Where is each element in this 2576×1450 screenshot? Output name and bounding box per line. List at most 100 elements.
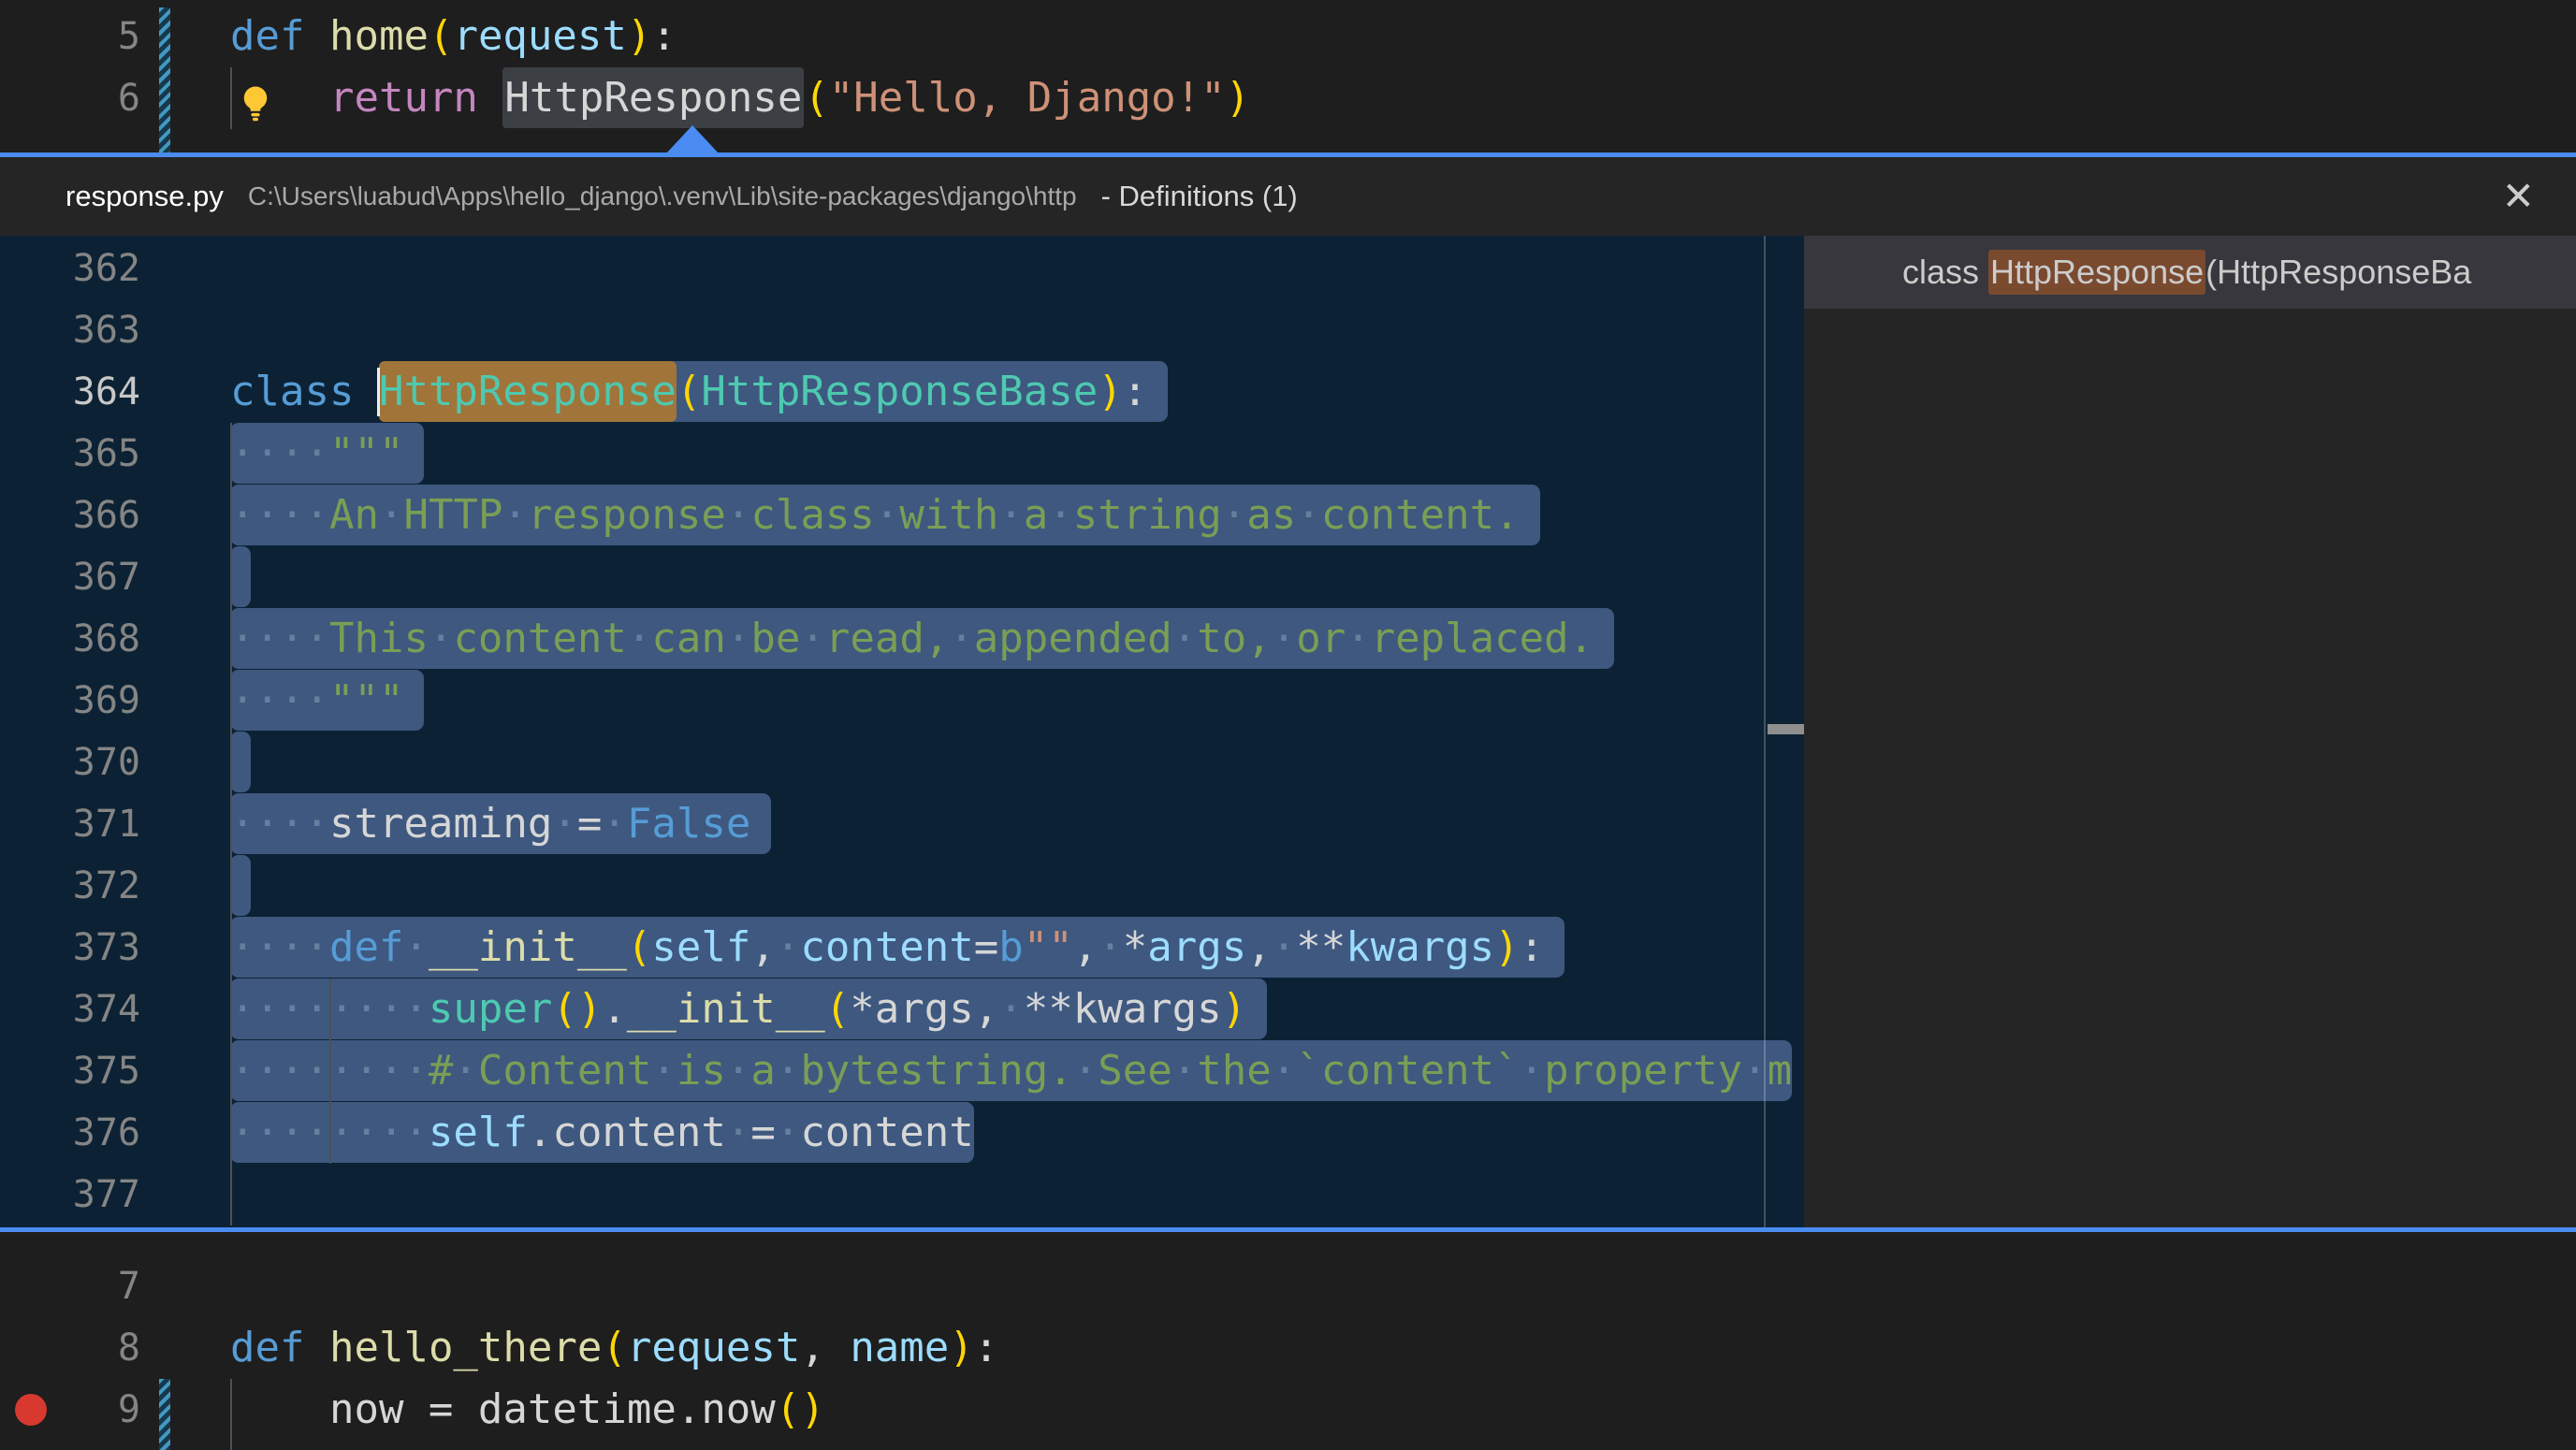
code-token: __init__ [428,923,627,971]
code-line[interactable]: 368 ····This·content·can·be·read,·appende… [0,608,1804,670]
line-number[interactable]: 368 [73,608,140,670]
code-text[interactable]: ​ [230,855,1804,917]
code-token: () [552,985,603,1033]
code-line[interactable]: 365 ····""" [0,423,1804,485]
line-number[interactable]: 375 [73,1040,140,1102]
indent-guide [230,1379,232,1441]
code-token: with [899,491,999,539]
code-line[interactable]: 375 ········#·Content·is·a·bytestring.·Se… [0,1040,1804,1102]
indent-guide [328,979,331,1040]
indent-guide [230,855,232,917]
code-line[interactable]: 376 ········self.content·=·content [0,1102,1804,1164]
whitespace-dots: · [502,491,528,539]
code-line[interactable]: 377 [0,1164,1804,1225]
line-number[interactable]: 6 [118,67,140,129]
code-token: read, [824,615,950,662]
line-number[interactable]: 9 [118,1379,140,1441]
code-text[interactable]: ····An·HTTP·response·class·with·a·string… [230,485,1804,546]
code-text[interactable]: ········self.content·=·content [230,1102,1804,1164]
code-line[interactable]: 366 ····An·HTTP·response·class·with·a·str… [0,485,1804,546]
code-text[interactable]: ····def·__init__(self,·content=b"",·*arg… [230,917,1804,979]
line-number[interactable]: 377 [73,1164,140,1225]
line-number[interactable]: 363 [73,299,140,361]
line-number[interactable]: 365 [73,423,140,485]
code-line[interactable]: 372 ​ [0,855,1804,917]
gutter: 376 [0,1102,230,1164]
code-text[interactable]: ​ [230,546,1804,608]
code-text[interactable]: class HttpResponse(HttpResponseBase): [230,361,1804,423]
code-text[interactable] [230,1164,1804,1225]
code-line[interactable]: 5 def home(request): [0,6,2576,67]
gutter: 366 [0,485,230,546]
code-line[interactable]: 363 [0,299,1804,361]
peek-title-meta: - Definitions (1) [1100,180,1298,212]
code-text[interactable]: ····""" [230,670,1804,732]
selection-highlight: ········super().__init__(*args,·**kwargs… [230,979,1268,1039]
code-text[interactable] [230,238,1804,299]
selection-highlight: ​ [230,546,251,607]
code-text[interactable]: def home(request): [230,6,2576,67]
peek-title-path: C:\Users\luabud\Apps\hello_django\.venv\… [247,181,1077,210]
code-token: is [676,1047,726,1095]
code-token: content. [1320,491,1520,539]
close-icon[interactable]: ✕ [2502,177,2535,216]
code-text[interactable]: ​ [230,732,1804,793]
code-line[interactable]: 371 ····streaming·=·False [0,793,1804,855]
code-line[interactable]: 373 ····def·__init__(self,·content=b"",·*… [0,917,1804,979]
code-text[interactable]: now = datetime.now() [230,1379,2576,1441]
code-line[interactable]: 9 now = datetime.now() [0,1379,2576,1441]
whitespace-dots: · [775,1047,801,1095]
peek-editor[interactable]: 362 363 364 class HttpResponse(HttpResponse… [0,236,1804,1227]
line-number[interactable]: 376 [73,1102,140,1164]
code-token: property [1544,1047,1743,1095]
code-text[interactable]: ····This·content·can·be·read,·appended·t… [230,608,1804,670]
line-number[interactable]: 8 [118,1317,140,1379]
code-text[interactable]: ····streaming·=·False [230,793,1804,855]
code-text[interactable]: ········#·Content·is·a·bytestring.·See·t… [230,1040,1804,1102]
code-text[interactable]: ········super().__init__(*args,·**kwargs… [230,979,1804,1040]
code-token: An [328,491,379,539]
code-line[interactable]: 370 ​ [0,732,1804,793]
line-number[interactable]: 371 [73,793,140,855]
peek-header[interactable]: response.py C:\Users\luabud\Apps\hello_d… [0,157,2576,236]
line-number[interactable]: 367 [73,546,140,608]
selection-highlight: ····""" [230,423,425,484]
code-token: class [750,491,875,539]
code-text[interactable]: ····""" [230,423,1804,485]
code-line[interactable]: 362 [0,238,1804,299]
reference-list-item[interactable]: class HttpResponse (HttpResponseBa [1804,236,2576,309]
code-text[interactable] [230,299,1804,361]
code-token: # [428,1047,454,1095]
code-line[interactable]: 369 ····""" [0,670,1804,732]
line-number[interactable]: 372 [73,855,140,917]
line-number[interactable]: 370 [73,732,140,793]
code-line[interactable]: 8 def hello_there(request, name): [0,1317,2576,1379]
peek-editor-scrollbar[interactable] [1764,236,1804,1227]
line-number[interactable]: 7 [118,1255,140,1317]
line-number[interactable]: 5 [118,6,140,67]
line-number[interactable]: 366 [73,485,140,546]
code-text[interactable]: return HttpResponse("Hello, Django!") [230,67,2576,129]
line-number[interactable]: 362 [73,238,140,299]
line-number[interactable]: 374 [73,979,140,1040]
code-text[interactable]: def hello_there(request, name): [230,1317,2576,1379]
code-line[interactable]: 7 [0,1255,2576,1317]
gutter: 8 [0,1317,230,1379]
lightbulb-icon[interactable] [236,79,275,122]
code-line[interactable]: 367 ​ [0,546,1804,608]
line-number[interactable]: 369 [73,670,140,732]
code-line[interactable]: 6 return HttpResponse("Hello, Django!") [0,67,2576,129]
whitespace-dots: ···· [230,800,329,848]
text-cursor [376,368,380,416]
code-line[interactable]: 364 class HttpResponse(HttpResponseBase): [0,361,1804,423]
line-number[interactable]: 373 [73,917,140,979]
code-token: def [230,1324,305,1371]
code-text[interactable] [230,1255,2576,1317]
code-token: as [1246,491,1297,539]
code-line[interactable]: 374 ········super().__init__(*args,·**kwa… [0,979,1804,1040]
code-token: "Hello, Django!" [828,74,1226,122]
line-number[interactable]: 364 [73,361,140,423]
breakpoint-icon[interactable] [15,1394,47,1426]
scrollbar-thumb[interactable] [1768,724,1804,734]
